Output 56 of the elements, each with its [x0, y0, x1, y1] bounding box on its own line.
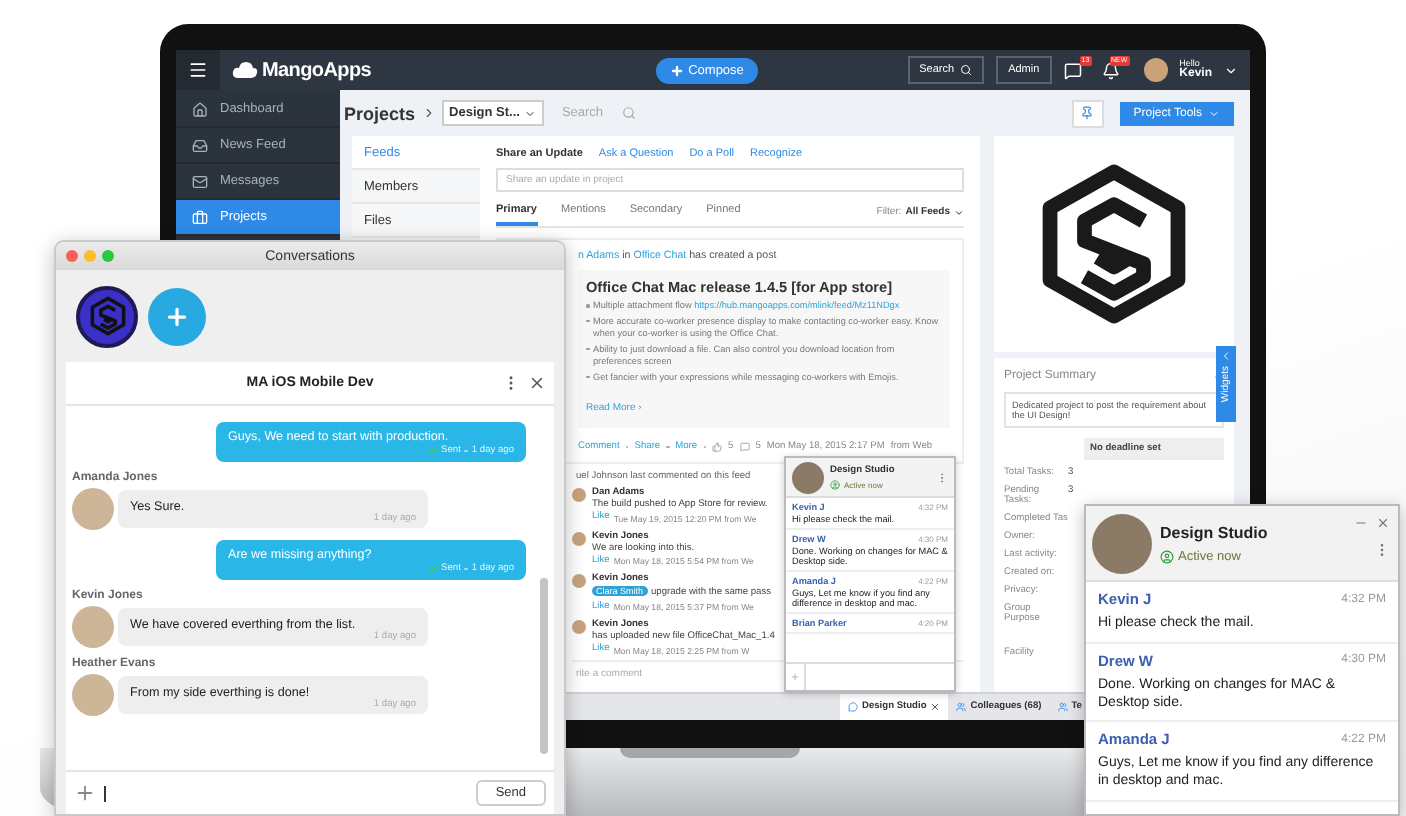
user-avatar	[72, 674, 114, 716]
menu-icon	[188, 60, 208, 80]
minimize-button[interactable]	[1354, 516, 1368, 530]
commenter-avatar	[572, 619, 586, 634]
user-avatar	[72, 488, 114, 530]
chevron-down-icon[interactable]	[1224, 63, 1239, 77]
menu-button[interactable]	[176, 50, 220, 90]
nav-icon	[192, 173, 208, 189]
text-cursor	[104, 785, 106, 801]
pin-button[interactable]	[1071, 99, 1104, 127]
dock-icon	[956, 702, 967, 712]
chat-title: Design Studio	[1160, 523, 1270, 541]
chevron-down-icon	[523, 107, 536, 119]
commenter-avatar	[572, 574, 586, 589]
close-icon	[1376, 516, 1390, 530]
cloud-logo-icon	[232, 60, 258, 80]
bell-icon[interactable]	[1101, 61, 1120, 79]
nav-icon	[192, 209, 208, 225]
close-window-icon[interactable]	[66, 250, 78, 262]
search-icon	[621, 106, 636, 120]
close-button[interactable]	[1376, 516, 1390, 530]
chevron-left-icon	[1220, 350, 1232, 362]
minimize-icon	[1354, 516, 1368, 530]
nav-icon	[192, 137, 208, 153]
message-field[interactable]	[804, 664, 954, 690]
status-icon	[1160, 549, 1174, 563]
photo-placeholder	[1092, 513, 1152, 573]
chevron-down-icon	[1208, 107, 1220, 119]
group-avatar[interactable]	[76, 285, 138, 347]
comment-icon[interactable]	[739, 441, 750, 452]
plus-icon	[164, 303, 190, 329]
hexagon-logo-icon	[87, 296, 127, 336]
user-avatar[interactable]	[1143, 58, 1168, 82]
plus-icon[interactable]	[74, 782, 96, 804]
chevron-right-icon	[421, 106, 436, 120]
thumbs-up-icon[interactable]	[712, 441, 723, 452]
check-icon	[427, 564, 438, 574]
chat-icon[interactable]	[1063, 61, 1082, 79]
add-conversation-button[interactable]	[148, 287, 206, 345]
app-logo-text: MangoApps	[262, 59, 372, 81]
check-icon	[427, 446, 438, 456]
search-icon	[960, 64, 973, 76]
caret-icon	[954, 207, 964, 217]
plus-icon	[670, 63, 685, 77]
dock-icon	[848, 702, 858, 712]
close-icon[interactable]	[528, 374, 546, 392]
user-avatar	[72, 606, 114, 648]
dock-icon	[1057, 702, 1068, 712]
commenter-avatar	[572, 487, 586, 502]
commenter-avatar	[572, 531, 586, 546]
pin-icon	[1080, 106, 1095, 120]
zoom-window-icon[interactable]	[102, 250, 114, 262]
status-icon	[830, 479, 840, 489]
page-title: Projects	[344, 103, 416, 123]
nav-icon	[192, 101, 208, 117]
photo-placeholder	[792, 461, 824, 493]
